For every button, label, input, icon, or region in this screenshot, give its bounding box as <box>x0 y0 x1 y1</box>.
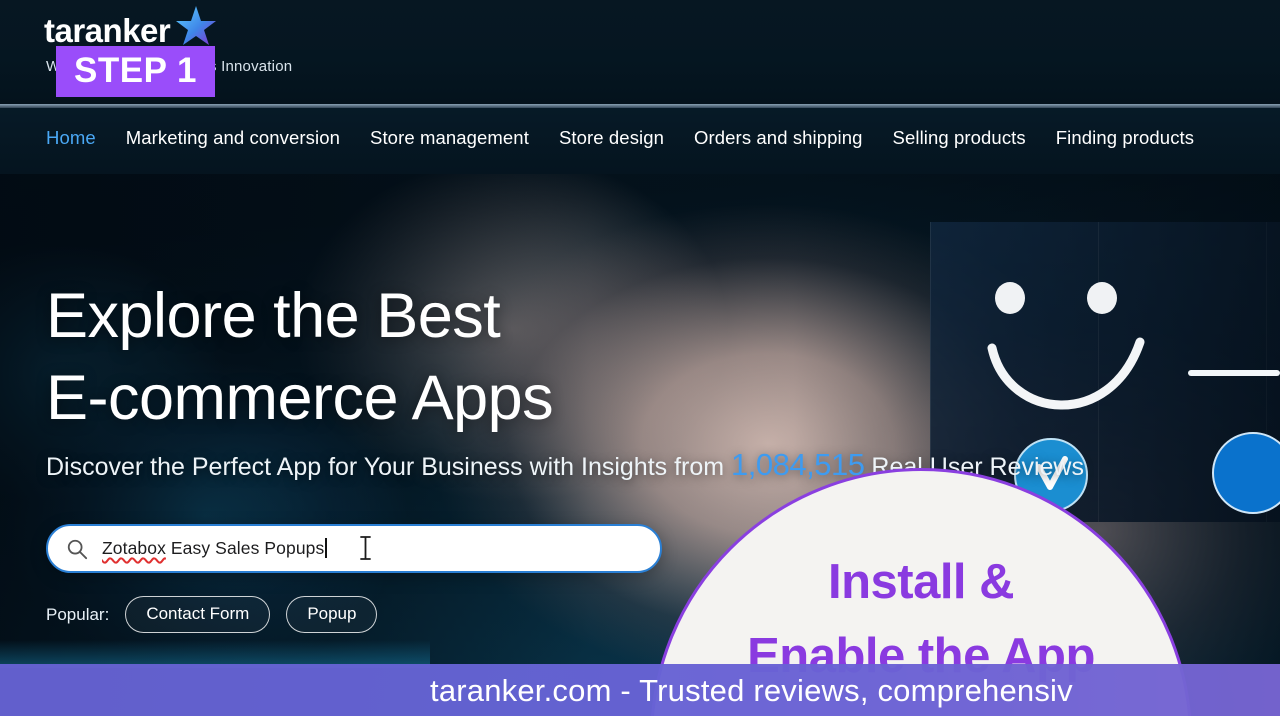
search-input-value: Zotabox Easy Sales Popups <box>102 538 327 559</box>
white-bar-icon <box>1188 370 1280 376</box>
nav-item-selling-products[interactable]: Selling products <box>893 127 1026 149</box>
nav-item-orders-and-shipping[interactable]: Orders and shipping <box>694 127 863 149</box>
text-caret <box>325 538 327 558</box>
search-input[interactable]: Zotabox Easy Sales Popups <box>46 524 662 573</box>
nav-item-store-management[interactable]: Store management <box>370 127 529 149</box>
hero-subtitle-prefix: Discover the Perfect App for Your Busine… <box>46 453 732 481</box>
step-badge: STEP 1 <box>56 46 215 98</box>
popular-tag-popup[interactable]: Popup <box>286 596 378 633</box>
site-logo[interactable]: taranker <box>44 6 216 49</box>
search-term-rest: Easy Sales Popups <box>165 538 325 558</box>
popular-tag-contact-form[interactable]: Contact Form <box>125 596 271 633</box>
star-icon <box>176 6 216 45</box>
page-root: taranker Where Commerce Meets Innovation… <box>0 0 1280 716</box>
nav-item-store-design[interactable]: Store design <box>559 127 664 149</box>
bottom-banner-text: taranker.com - Trusted reviews, comprehe… <box>430 673 1073 708</box>
nav-item-marketing-and-conversion[interactable]: Marketing and conversion <box>126 127 340 149</box>
popular-searches: Popular: Contact Form Popup <box>46 596 378 633</box>
instruction-line-1: Install & <box>827 555 1015 609</box>
hero-title-line-1: Explore the Best <box>46 281 501 351</box>
review-count: 1,084,515 <box>731 447 865 482</box>
search-term-misspelled: Zotabox <box>102 538 166 558</box>
smiley-face-icon <box>987 282 1145 410</box>
main-navigation: Home Marketing and conversion Store mana… <box>46 127 1194 149</box>
search-icon <box>67 539 88 559</box>
text-ibeam-cursor <box>360 536 371 560</box>
popular-label: Popular: <box>46 604 110 624</box>
logo-text: taranker <box>44 12 171 49</box>
page-title: Explore the Best E-commerce Apps <box>46 276 554 440</box>
nav-item-home[interactable]: Home <box>46 127 96 149</box>
hero-title-line-2: E-commerce Apps <box>46 362 554 433</box>
nav-item-finding-products[interactable]: Finding products <box>1056 127 1194 149</box>
